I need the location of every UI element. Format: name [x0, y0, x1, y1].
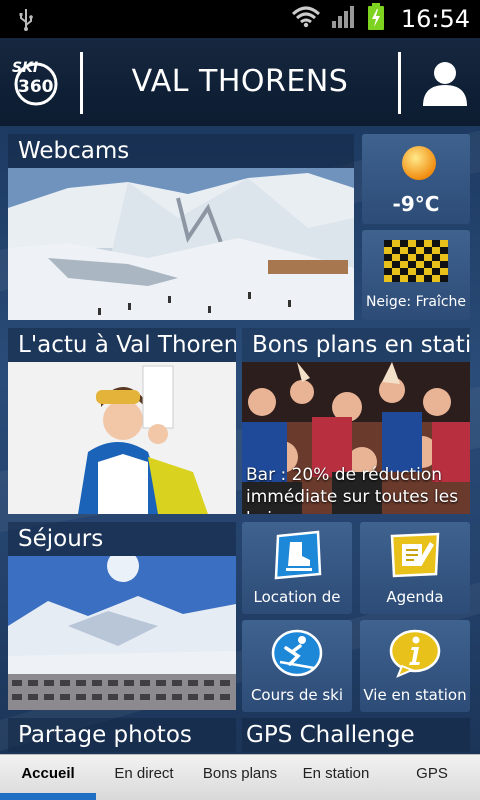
- status-bar: 16:54: [0, 0, 480, 38]
- stays-tile[interactable]: Séjours: [8, 522, 236, 710]
- nav-tab-live[interactable]: En direct: [96, 755, 192, 793]
- active-tab-indicator: [0, 793, 96, 800]
- page-title: VAL THORENS: [131, 64, 349, 99]
- snow-condition-label: Neige: Fraîche: [365, 294, 467, 310]
- news-tile[interactable]: L'actu à Val Thorens: [8, 328, 236, 514]
- agenda-label: Agenda: [386, 588, 444, 606]
- news-label: L'actu à Val Thorens: [8, 328, 236, 362]
- weather-tile[interactable]: -9°C: [362, 134, 470, 224]
- usb-icon: [18, 8, 34, 36]
- deal-description: Bar : 20% de réduction immédiate sur tou…: [246, 465, 459, 514]
- ski-school-label: Cours de ski: [250, 686, 344, 704]
- deals-tile[interactable]: Bons plans en station Bar : 20% de réduc…: [242, 328, 470, 514]
- signal-icon: [331, 5, 357, 33]
- gps-challenge-tile[interactable]: GPS Challenge: [242, 718, 470, 754]
- ski360-logo[interactable]: SKI 360: [8, 54, 60, 106]
- notepad-pencil-icon: [388, 530, 442, 584]
- info-icon: [388, 628, 442, 682]
- deals-label: Bons plans en station: [242, 328, 470, 362]
- wifi-icon: [291, 6, 321, 32]
- ski-school-tile[interactable]: Cours de ski: [242, 620, 352, 712]
- ski-rental-label: Location de: [253, 588, 341, 606]
- battery-charging-icon: [367, 3, 385, 35]
- bottom-navigation: Accueil En direct Bons plans En station …: [0, 754, 480, 800]
- checkered-flag-icon: [384, 240, 448, 286]
- webcams-label: Webcams: [8, 134, 354, 168]
- webcams-tile[interactable]: Webcams: [8, 134, 354, 320]
- gps-challenge-label: GPS Challenge: [242, 718, 470, 752]
- ski-rental-tile[interactable]: Location de: [242, 522, 352, 614]
- temperature: -9°C: [392, 192, 440, 216]
- logo-text-360: 360: [18, 77, 54, 97]
- nav-tab-gps[interactable]: GPS: [384, 755, 480, 793]
- photo-sharing-label: Partage photos: [8, 718, 236, 752]
- nav-tab-deals[interactable]: Bons plans: [192, 755, 288, 793]
- header-divider: [80, 52, 83, 114]
- snow-conditions-tile[interactable]: Neige: Fraîche: [362, 230, 470, 320]
- nav-tab-in-resort[interactable]: En station: [288, 755, 384, 793]
- news-image: [8, 362, 236, 514]
- webcam-image: [8, 168, 354, 320]
- stays-image: [8, 550, 236, 710]
- agenda-tile[interactable]: Agenda: [360, 522, 470, 614]
- logo-text-ski: SKI: [12, 60, 38, 76]
- app-header: SKI 360 VAL THORENS: [0, 38, 480, 126]
- resort-life-label: Vie en station: [363, 686, 467, 704]
- sun-icon: [400, 144, 438, 186]
- dashboard-grid: Webcams -9°C Neige: Fraîche L'actu à Val…: [0, 126, 480, 754]
- nav-tab-home[interactable]: Accueil: [0, 755, 96, 793]
- resort-life-tile[interactable]: Vie en station: [360, 620, 470, 712]
- user-profile-icon[interactable]: [420, 58, 470, 108]
- photo-sharing-tile[interactable]: Partage photos: [8, 718, 236, 754]
- ski-boot-icon: [272, 530, 324, 584]
- stays-label: Séjours: [8, 522, 236, 556]
- header-divider: [398, 52, 401, 114]
- clock: 16:54: [400, 5, 470, 33]
- skier-icon: [270, 628, 324, 682]
